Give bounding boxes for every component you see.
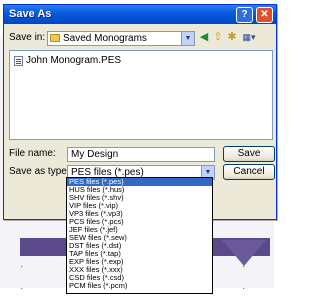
file-name-text: John Monogram.PES: [26, 55, 122, 66]
grid-dot: ·: [20, 261, 24, 272]
help-button[interactable]: ?: [236, 7, 253, 23]
grid-dot: ·: [20, 283, 24, 294]
save-as-type-label: Save as type:: [9, 166, 70, 177]
folder-icon: [50, 34, 60, 42]
save-button[interactable]: Save: [223, 146, 275, 162]
file-name-value: My Design: [71, 149, 119, 160]
file-name-label: File name:: [9, 148, 56, 159]
title-bar[interactable]: Save As ? ✕: [4, 5, 276, 24]
save-in-value: Saved Monograms: [63, 33, 147, 44]
back-icon[interactable]: ◀: [198, 32, 210, 44]
file-type-option[interactable]: PCM files (*.pcm): [67, 282, 212, 290]
file-list[interactable]: John Monogram.PES: [9, 50, 273, 140]
file-name-field[interactable]: My Design: [67, 147, 215, 162]
cancel-button[interactable]: Cancel: [223, 164, 275, 180]
close-button[interactable]: ✕: [256, 7, 273, 23]
dialog-title: Save As: [9, 8, 52, 20]
new-folder-icon[interactable]: ✱: [226, 32, 238, 44]
grid-dot: ·: [242, 283, 246, 294]
views-menu-icon[interactable]: ▦▾: [240, 32, 258, 44]
save-in-label: Save in:: [9, 32, 46, 43]
document-icon: [14, 56, 23, 66]
up-folder-icon[interactable]: ⇧: [212, 32, 224, 44]
file-type-dropdown-list[interactable]: PES files (*.pes) HUS files (*.hus) SHV …: [66, 177, 213, 294]
save-in-dropdown[interactable]: Saved Monograms ▼: [47, 31, 195, 46]
chevron-down-icon[interactable]: ▼: [181, 32, 194, 45]
grid-dot: ·: [242, 261, 246, 272]
